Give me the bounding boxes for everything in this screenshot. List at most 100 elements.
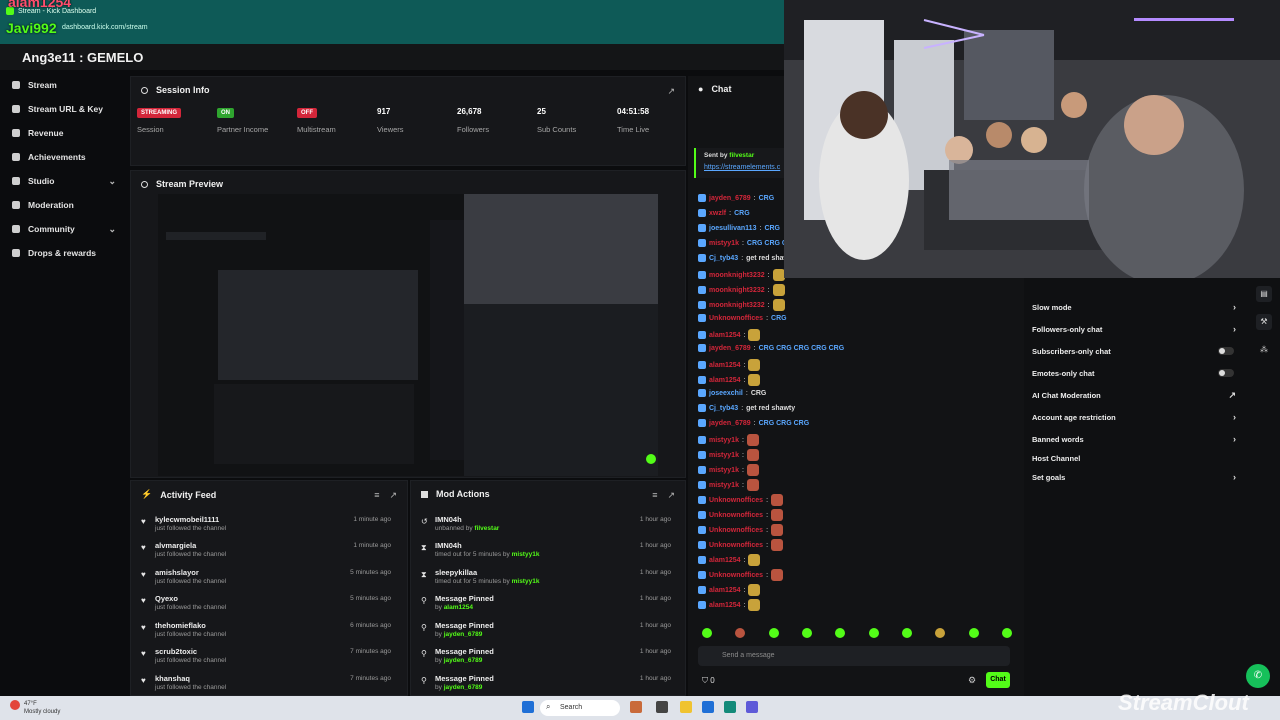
- setting-ai-moderation[interactable]: AI Chat Moderation ↗: [1032, 384, 1242, 406]
- chat-username[interactable]: moonknight3232: [709, 287, 765, 294]
- mod-by[interactable]: filvestar: [474, 525, 499, 532]
- popout-icon[interactable]: ↗: [667, 490, 675, 501]
- emote-icon[interactable]: [1001, 628, 1012, 638]
- mod-by[interactable]: mistyy1k: [512, 551, 540, 558]
- sidebar-item-label: Community: [28, 224, 75, 234]
- layout-icon[interactable]: ▤: [1256, 286, 1272, 302]
- pinned-link[interactable]: https://streamelements.c: [704, 164, 780, 171]
- people-icon[interactable]: ⁂: [1256, 342, 1272, 358]
- chat-username[interactable]: Cj_tyb43: [709, 405, 738, 412]
- weather-widget[interactable]: 47°F Mostly cloudy: [24, 700, 60, 716]
- chat-username[interactable]: Unknownoffices: [709, 497, 763, 504]
- chat-username[interactable]: mistyy1k: [709, 437, 739, 444]
- chat-username[interactable]: Unknownoffices: [709, 315, 763, 322]
- emote-icon[interactable]: [702, 628, 712, 638]
- mod-target[interactable]: Message Pinned: [435, 647, 494, 656]
- chat-username[interactable]: moonknight3232: [709, 272, 765, 279]
- chat-username[interactable]: moonknight3232: [709, 302, 765, 309]
- chat-username[interactable]: jayden_6789: [709, 420, 751, 427]
- setting-slow-mode[interactable]: Slow mode ›: [1032, 296, 1242, 318]
- wrench-icon[interactable]: ⚒: [1256, 314, 1272, 330]
- emote-icon[interactable]: [735, 628, 746, 638]
- chat-username[interactable]: xwzlf: [709, 210, 726, 217]
- chat-username[interactable]: alam1254: [709, 377, 741, 384]
- mod-target[interactable]: Message Pinned: [435, 594, 494, 603]
- folder-icon[interactable]: [680, 701, 692, 713]
- sidebar-item-community[interactable]: Community ⌄: [0, 218, 128, 240]
- chat-username[interactable]: jayden_6789: [709, 345, 751, 352]
- stream-preview-video[interactable]: [158, 194, 658, 476]
- browser-icon[interactable]: [702, 701, 714, 713]
- chat-username[interactable]: mistyy1k: [709, 482, 739, 489]
- popout-icon[interactable]: ↗: [389, 490, 397, 501]
- mod-target[interactable]: IMN04h: [435, 541, 462, 550]
- mod-by[interactable]: jayden_6789: [444, 684, 483, 691]
- popout-icon[interactable]: ↗: [667, 86, 675, 97]
- chat-username[interactable]: Unknownoffices: [709, 527, 763, 534]
- app-icon[interactable]: [746, 701, 758, 713]
- app-icon[interactable]: [724, 701, 736, 713]
- app-icon[interactable]: [630, 701, 642, 713]
- chat-username[interactable]: alam1254: [709, 362, 741, 369]
- chat-username[interactable]: alam1254: [709, 332, 741, 339]
- chat-username[interactable]: alam1254: [709, 557, 741, 564]
- setting-set-goals[interactable]: Set goals ›: [1032, 466, 1242, 488]
- mod-by[interactable]: jayden_6789: [444, 657, 483, 664]
- emote-icon[interactable]: [835, 628, 846, 638]
- follower-name[interactable]: thehomieflako: [155, 621, 206, 630]
- chat-username[interactable]: alam1254: [709, 587, 741, 594]
- mod-by[interactable]: jayden_6789: [444, 631, 483, 638]
- setting-followers-only[interactable]: Followers-only chat ›: [1032, 318, 1242, 340]
- emote-icon[interactable]: [968, 628, 979, 638]
- sidebar-item-achievements[interactable]: Achievements: [0, 146, 128, 168]
- sidebar-item-drops[interactable]: Drops & rewards: [0, 242, 128, 264]
- sidebar-item-revenue[interactable]: Revenue: [0, 122, 128, 144]
- chat-fab-icon[interactable]: ✆: [1246, 664, 1270, 688]
- chat-username[interactable]: joesullivan113: [709, 225, 756, 232]
- chat-username[interactable]: mistyy1k: [709, 467, 739, 474]
- chat-send-button[interactable]: Chat: [986, 672, 1010, 688]
- chat-username[interactable]: Cj_tyb43: [709, 255, 738, 262]
- filter-icon[interactable]: ≡: [652, 490, 657, 501]
- sidebar-item-stream[interactable]: Stream: [0, 74, 128, 96]
- chat-username[interactable]: joseexchil: [709, 390, 743, 397]
- mod-by[interactable]: mistyy1k: [512, 578, 540, 585]
- mod-by[interactable]: alam1254: [444, 604, 473, 611]
- follower-name[interactable]: Qyexo: [155, 594, 178, 603]
- chat-username[interactable]: jayden_6789: [709, 195, 751, 202]
- emotes-only-toggle[interactable]: [1218, 369, 1234, 377]
- mod-target[interactable]: sleepykillaa: [435, 568, 477, 577]
- sidebar-item-moderation[interactable]: Moderation: [0, 194, 128, 216]
- sidebar-item-stream-key[interactable]: Stream URL & Key: [0, 98, 128, 120]
- mod-target[interactable]: Message Pinned: [435, 621, 494, 630]
- gear-icon[interactable]: ⚙: [968, 675, 976, 686]
- filter-icon[interactable]: ≡: [374, 490, 379, 501]
- emote-icon[interactable]: [901, 628, 912, 638]
- emote-icon[interactable]: [935, 628, 946, 638]
- subscribers-only-toggle[interactable]: [1218, 347, 1234, 355]
- emote-icon[interactable]: [768, 628, 779, 638]
- chat-username[interactable]: alam1254: [709, 602, 741, 609]
- address-bar[interactable]: dashboard.kick.com/stream: [62, 24, 148, 31]
- chat-username[interactable]: mistyy1k: [709, 452, 739, 459]
- chat-username[interactable]: mistyy1k: [709, 240, 739, 247]
- sidebar-item-studio[interactable]: Studio ⌄: [0, 170, 128, 192]
- mod-target[interactable]: IMN04h: [435, 515, 462, 524]
- follower-name[interactable]: khanshaq: [155, 674, 190, 683]
- follower-name[interactable]: amishslayor: [155, 568, 199, 577]
- follower-name[interactable]: kylecwmobeil1111: [155, 515, 219, 524]
- chat-username[interactable]: Unknownoffices: [709, 572, 763, 579]
- taskbar-search[interactable]: Search: [540, 700, 620, 716]
- emote-icon[interactable]: [801, 628, 812, 638]
- follower-name[interactable]: scrub2toxic: [155, 647, 197, 656]
- pinned-user[interactable]: filvestar: [729, 152, 754, 159]
- chat-username[interactable]: Unknownoffices: [709, 542, 763, 549]
- setting-account-age[interactable]: Account age restriction ›: [1032, 406, 1242, 428]
- chat-message-input[interactable]: Send a message: [698, 646, 1010, 666]
- emote-icon[interactable]: [868, 628, 879, 638]
- windows-start-icon[interactable]: [522, 701, 534, 713]
- app-icon[interactable]: [656, 701, 668, 713]
- mod-target[interactable]: Message Pinned: [435, 674, 494, 683]
- follower-name[interactable]: alvmargiela: [155, 541, 196, 550]
- chat-username[interactable]: Unknownoffices: [709, 512, 763, 519]
